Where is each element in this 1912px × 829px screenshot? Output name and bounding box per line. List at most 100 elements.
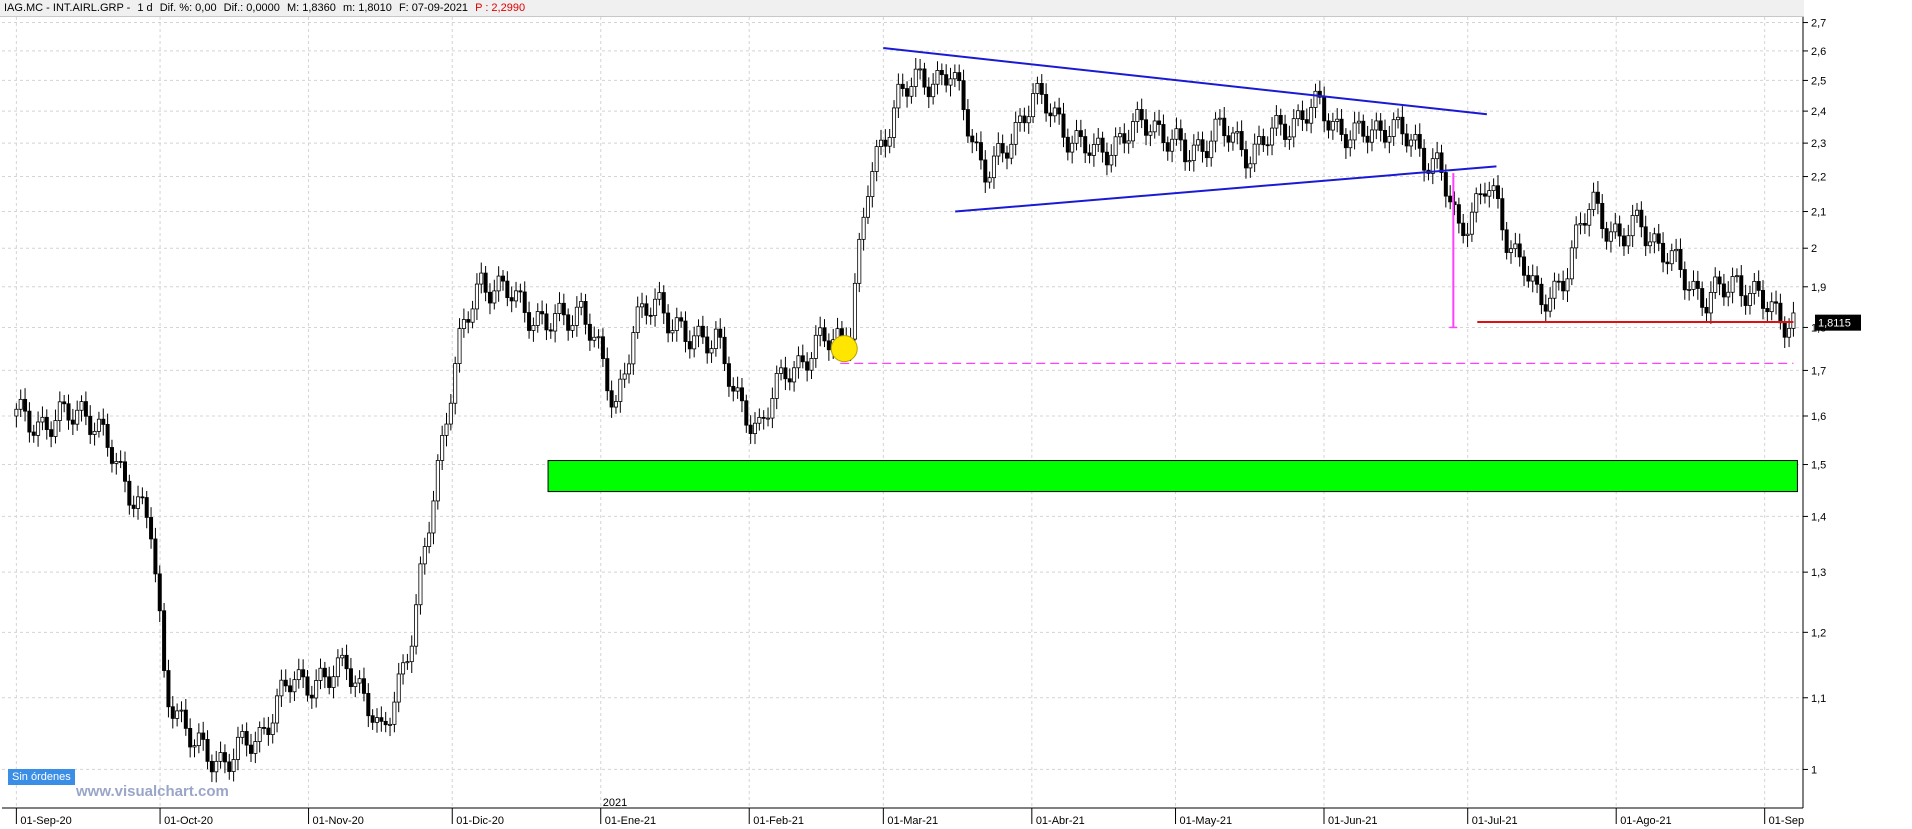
candle-body — [466, 319, 471, 323]
candle-body — [1322, 96, 1327, 122]
candle-body — [327, 676, 332, 688]
candle-body — [705, 336, 710, 354]
candle-body — [931, 83, 936, 98]
candle-body — [318, 667, 323, 681]
candle-body — [257, 727, 262, 742]
candle-body — [544, 313, 549, 331]
candle-body — [101, 418, 106, 425]
candle-body — [1226, 135, 1231, 143]
candle-body — [357, 678, 362, 684]
candle-body — [709, 348, 714, 354]
candle-body — [1057, 107, 1062, 115]
candle-body — [1578, 223, 1583, 226]
candle-body — [1313, 90, 1318, 108]
candle-body — [266, 727, 271, 735]
orders-badge[interactable]: Sin órdenes — [8, 769, 75, 785]
candle-body — [1635, 209, 1640, 216]
candle-body — [1474, 193, 1479, 213]
candle-body — [105, 424, 110, 448]
y-tick-label: 2,1 — [1811, 207, 1826, 219]
y-tick-label: 1,5 — [1811, 460, 1826, 472]
candle-body — [713, 328, 718, 349]
candle-body — [896, 83, 901, 109]
candle-body — [214, 760, 219, 773]
x-tick-label: 01-Oct-20 — [164, 815, 213, 827]
candle-body — [179, 709, 184, 712]
candle-body — [1456, 204, 1461, 224]
candle-body — [127, 480, 132, 506]
candle-body — [479, 272, 484, 285]
candle-body — [366, 693, 371, 717]
candle-body — [731, 385, 736, 392]
candle-body — [448, 402, 453, 425]
y-tick-label: 1,7 — [1811, 365, 1826, 377]
candle-body — [987, 177, 992, 183]
candle-body — [1035, 83, 1040, 94]
candle-body — [1387, 136, 1392, 143]
candle-body — [1374, 120, 1379, 131]
price-chart[interactable]: 2,72,62,52,42,32,22,121,91,81,71,61,51,4… — [0, 0, 1912, 829]
y-tick-label: 2,4 — [1811, 106, 1826, 118]
candle-body — [626, 363, 631, 375]
candle-body — [592, 336, 597, 341]
candle-body — [1513, 243, 1518, 250]
candle-body — [1165, 142, 1170, 152]
candle-body — [1152, 120, 1157, 133]
x-tick-label: 01-Nov-20 — [313, 815, 364, 827]
candle-body — [887, 137, 892, 147]
candle-body — [1009, 143, 1014, 159]
candle-body — [66, 403, 71, 421]
candle-body — [1031, 93, 1036, 118]
candle-body — [1070, 142, 1075, 153]
x-tick-label: 01-Abr-21 — [1036, 815, 1085, 827]
candle-body — [1326, 120, 1331, 131]
candle-body — [1569, 247, 1574, 280]
candle-body — [913, 68, 918, 87]
candle-body — [27, 410, 32, 433]
candle-body — [1170, 138, 1175, 152]
candle-body — [1461, 222, 1466, 236]
candle-body — [166, 670, 171, 708]
candle-body — [648, 314, 653, 317]
candle-body — [114, 461, 119, 464]
candle-body — [1270, 127, 1275, 146]
candle-body — [974, 141, 979, 144]
candle-body — [192, 745, 197, 748]
candle-body — [1291, 118, 1296, 138]
candle-body — [1183, 139, 1188, 163]
candle-body — [922, 68, 927, 88]
x-tick-label: 01-Sep-20 — [20, 815, 71, 827]
candle-body — [14, 408, 19, 417]
candle-body — [1213, 118, 1218, 142]
candle-body — [587, 323, 592, 341]
candle-body — [870, 171, 875, 198]
candle-body — [1543, 304, 1548, 312]
candle-body — [600, 336, 605, 359]
candle-body — [205, 739, 210, 762]
candle-body — [1361, 120, 1366, 137]
candle-body — [961, 80, 966, 110]
candle-body — [1665, 261, 1670, 265]
candle-body — [1196, 139, 1201, 146]
candle-body — [1117, 133, 1122, 138]
candle-body — [83, 401, 88, 417]
candle-body — [1734, 275, 1739, 278]
candle-body — [383, 720, 388, 726]
candle-body — [279, 679, 284, 697]
candle-body — [883, 139, 888, 147]
candle-body — [965, 109, 970, 137]
candle-body — [739, 387, 744, 402]
candle-body — [757, 416, 762, 424]
candle-body — [1726, 291, 1731, 298]
candle-body — [396, 673, 401, 703]
candle-body — [818, 327, 823, 336]
candle-body — [944, 74, 949, 86]
candle-body — [1556, 280, 1561, 283]
candle-body — [1113, 136, 1118, 156]
x-tick-label: 01-Feb-21 — [753, 815, 804, 827]
candle-body — [470, 308, 475, 323]
candle-body — [314, 680, 319, 699]
candle-body — [1691, 280, 1696, 290]
candle-body — [1595, 191, 1600, 204]
candle-body — [1491, 185, 1496, 192]
